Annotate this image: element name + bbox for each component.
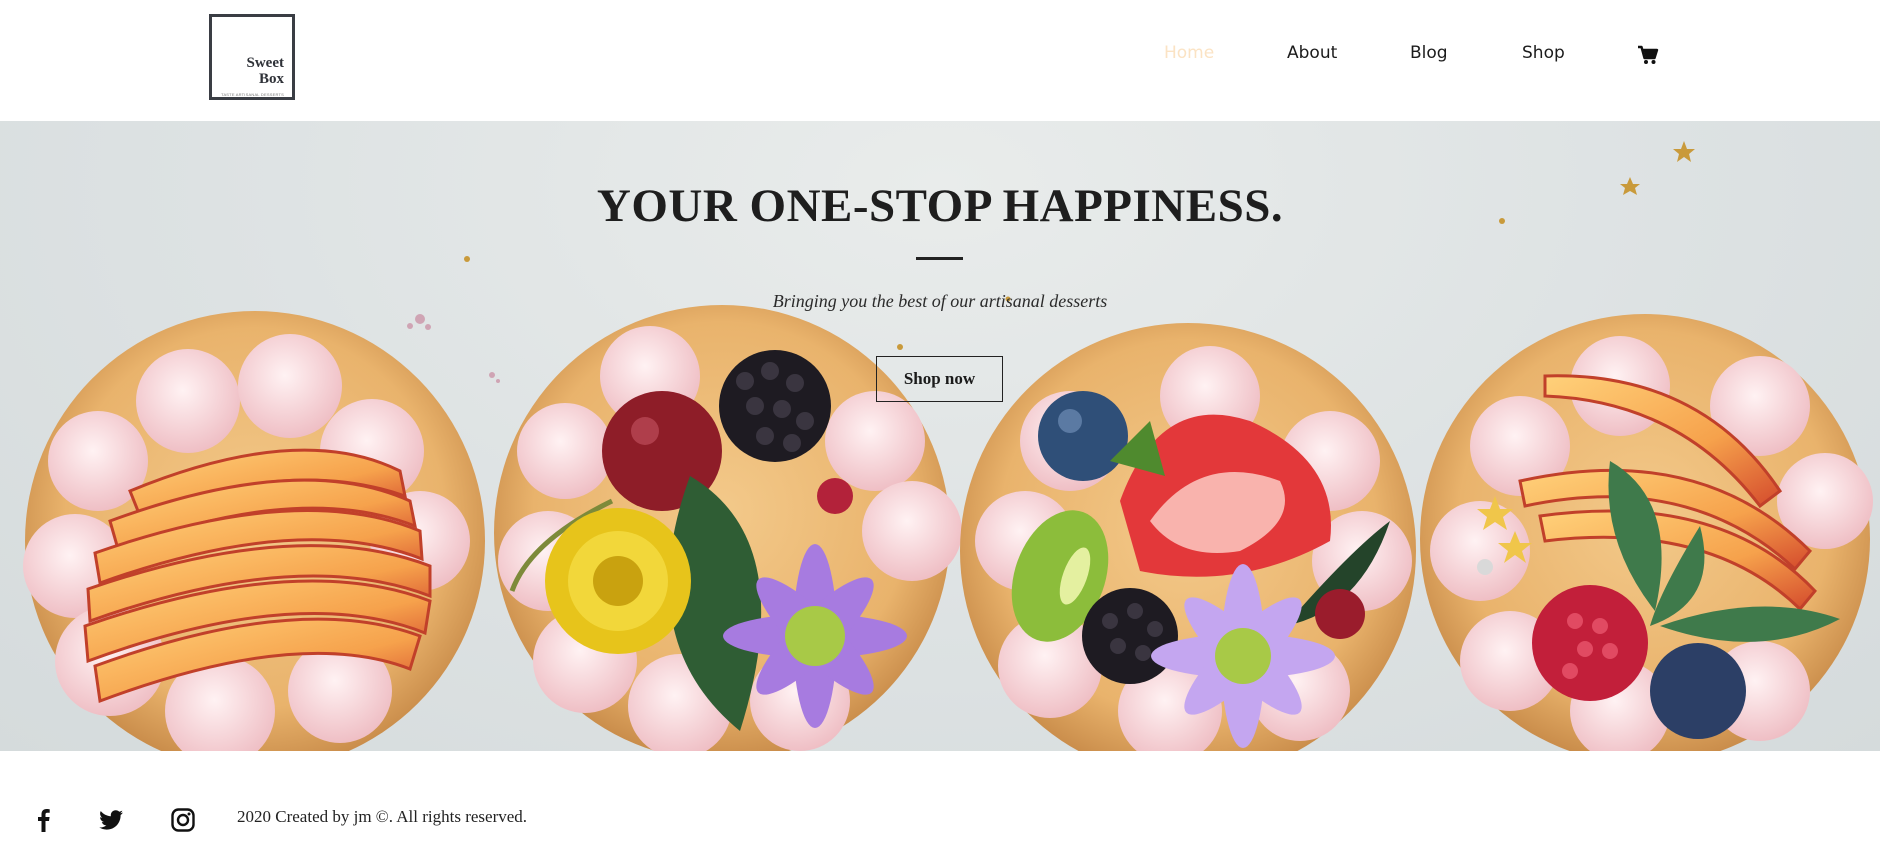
instagram-icon[interactable]: [170, 807, 196, 833]
strawberry-kiwi-tart: [960, 323, 1416, 751]
nav-blog[interactable]: Blog: [1410, 43, 1448, 63]
peach-tart: [23, 311, 485, 751]
logo-line-2: Box: [258, 71, 284, 87]
site-header: Sweet Box TASTE ARTISANAL DESSERTS Home …: [0, 0, 1880, 121]
sweet-box-logo[interactable]: Sweet Box TASTE ARTISANAL DESSERTS: [209, 14, 295, 100]
copyright-text: 2020 Created by jm ©. All rights reserve…: [237, 807, 528, 826]
hero-divider: [916, 257, 963, 260]
logo-line-1: Sweet: [246, 55, 285, 71]
logo-tagline: TASTE ARTISANAL DESSERTS: [221, 92, 284, 97]
facebook-icon[interactable]: [31, 807, 57, 833]
nav-about[interactable]: About: [1287, 43, 1337, 63]
shop-now-button[interactable]: Shop now: [876, 356, 1003, 402]
nav-home[interactable]: Home: [1164, 43, 1214, 63]
hero-subtitle: Bringing you the best of our artisanal d…: [772, 291, 1108, 311]
hero-title: YOUR ONE-STOP HAPPINESS.: [596, 180, 1284, 232]
shopping-cart-icon[interactable]: [1637, 45, 1659, 65]
hero-banner: YOUR ONE-STOP HAPPINESS. Bringing you th…: [0, 121, 1880, 751]
nav-shop[interactable]: Shop: [1522, 43, 1565, 63]
twitter-icon[interactable]: [98, 807, 124, 833]
site-footer: 2020 Created by jm ©. All rights reserve…: [0, 751, 1880, 853]
peach-raspberry-tart: [1420, 314, 1873, 751]
logo-wordmark: Sweet Box: [247, 55, 285, 87]
